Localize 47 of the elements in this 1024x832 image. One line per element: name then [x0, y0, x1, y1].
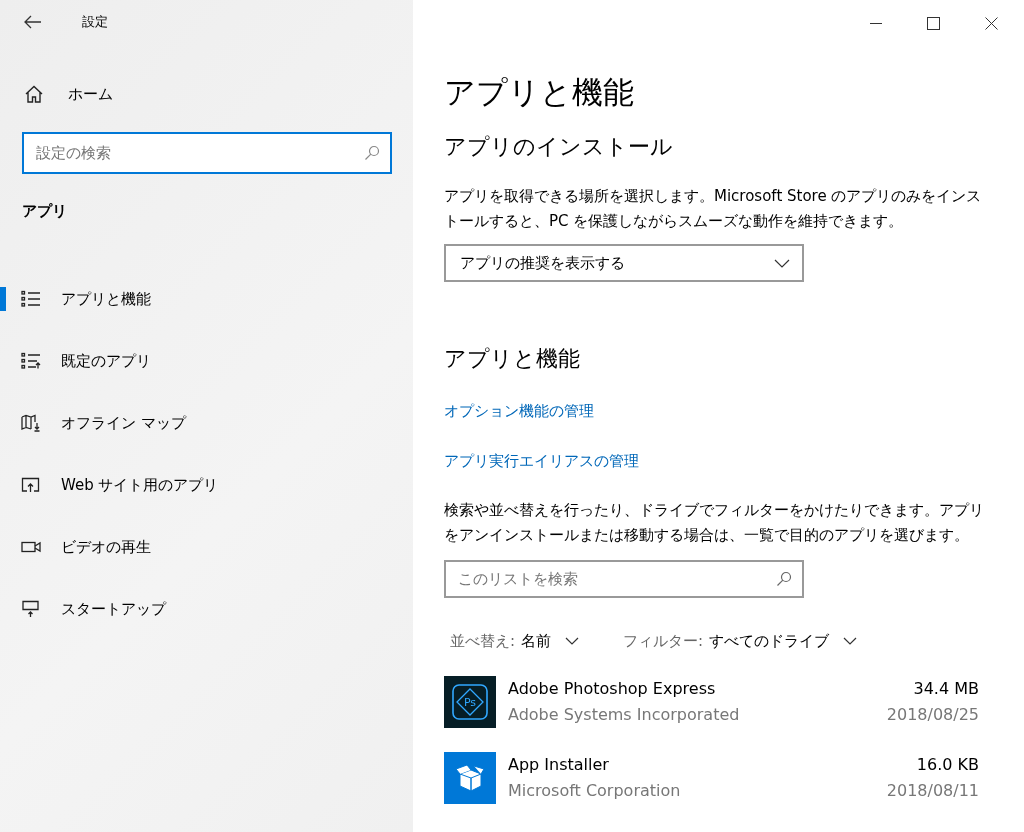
nav-item[interactable]: 既定のアプリ	[0, 330, 413, 392]
chevron-down-icon	[565, 637, 580, 645]
search-icon	[364, 145, 380, 161]
install-date: 2018/08/25	[886, 704, 979, 726]
window-arrow-icon	[21, 476, 41, 494]
close-icon[interactable]	[985, 16, 998, 30]
app-publisher: Adobe Systems Incorporated	[508, 704, 740, 726]
link[interactable]: オプション機能の管理	[444, 402, 594, 424]
nav-item[interactable]: Web サイト用のアプリ	[0, 454, 413, 516]
app-list-item[interactable]: Ps Adobe Photoshop Express 34.4 MB Adobe Systems Incorporated 2018/08/25	[444, 676, 979, 728]
chevron-down-icon	[774, 258, 790, 268]
app-icon: Ps	[444, 676, 496, 728]
app-name: Adobe Photoshop Express	[508, 678, 716, 700]
app-size: 16.0 KB	[916, 754, 979, 776]
app-list-item[interactable]: App Installer 16.0 KB Microsoft Corporation 2018/08/11	[444, 752, 979, 804]
sort-dropdown[interactable]: 並べ替え: 名前	[450, 631, 580, 651]
back-arrow-icon[interactable]	[24, 15, 42, 29]
home-icon	[24, 85, 44, 103]
monitor-arrow-icon	[21, 600, 41, 618]
nav-item[interactable]: ビデオの再生	[0, 516, 413, 578]
maximize-icon[interactable]	[927, 16, 940, 30]
list-icon	[21, 290, 41, 308]
home-link[interactable]: ホーム	[24, 76, 413, 112]
nav-item[interactable]: オフライン マップ	[0, 392, 413, 454]
app-publisher: Microsoft Corporation	[508, 780, 681, 802]
page-title: アプリと機能	[444, 73, 635, 112]
settings-search-field[interactable]: 設定の検索	[22, 132, 392, 174]
app-size: 34.4 MB	[913, 678, 979, 700]
section-heading: アプリ	[22, 202, 68, 222]
app-name: App Installer	[508, 754, 609, 776]
link[interactable]: アプリ実行エイリアスの管理	[444, 452, 639, 474]
install-source-dropdown[interactable]: アプリの推奨を表示する	[444, 244, 804, 282]
description-text: 検索や並べ替えを行ったり、ドライブでフィルターをかけたりできます。アプリをアンインストールまたは移動する場合は、一覧で目的のアプリを選びます。	[444, 500, 985, 546]
filter-dropdown[interactable]: フィルター: すべてのドライブ	[623, 631, 858, 651]
search-icon	[776, 571, 792, 587]
list-search-field[interactable]: このリストを検索	[444, 560, 804, 598]
window-title: 設定	[82, 13, 108, 31]
map-download-icon	[21, 414, 41, 432]
section-heading: アプリのインストール	[444, 133, 674, 161]
nav-item[interactable]: スタートアップ	[0, 578, 413, 640]
list-arrow-icon	[21, 352, 41, 370]
section-heading: アプリと機能	[444, 345, 581, 373]
app-icon	[444, 752, 496, 804]
install-date: 2018/08/11	[886, 780, 979, 802]
description-text: アプリを取得できる場所を選択します。Microsoft Store のアプリのみをインストールすると、PC を保護しながらスムーズな動作を維持できます。	[444, 186, 983, 232]
chevron-down-icon	[843, 637, 858, 645]
nav-item[interactable]: アプリと機能	[0, 268, 413, 330]
